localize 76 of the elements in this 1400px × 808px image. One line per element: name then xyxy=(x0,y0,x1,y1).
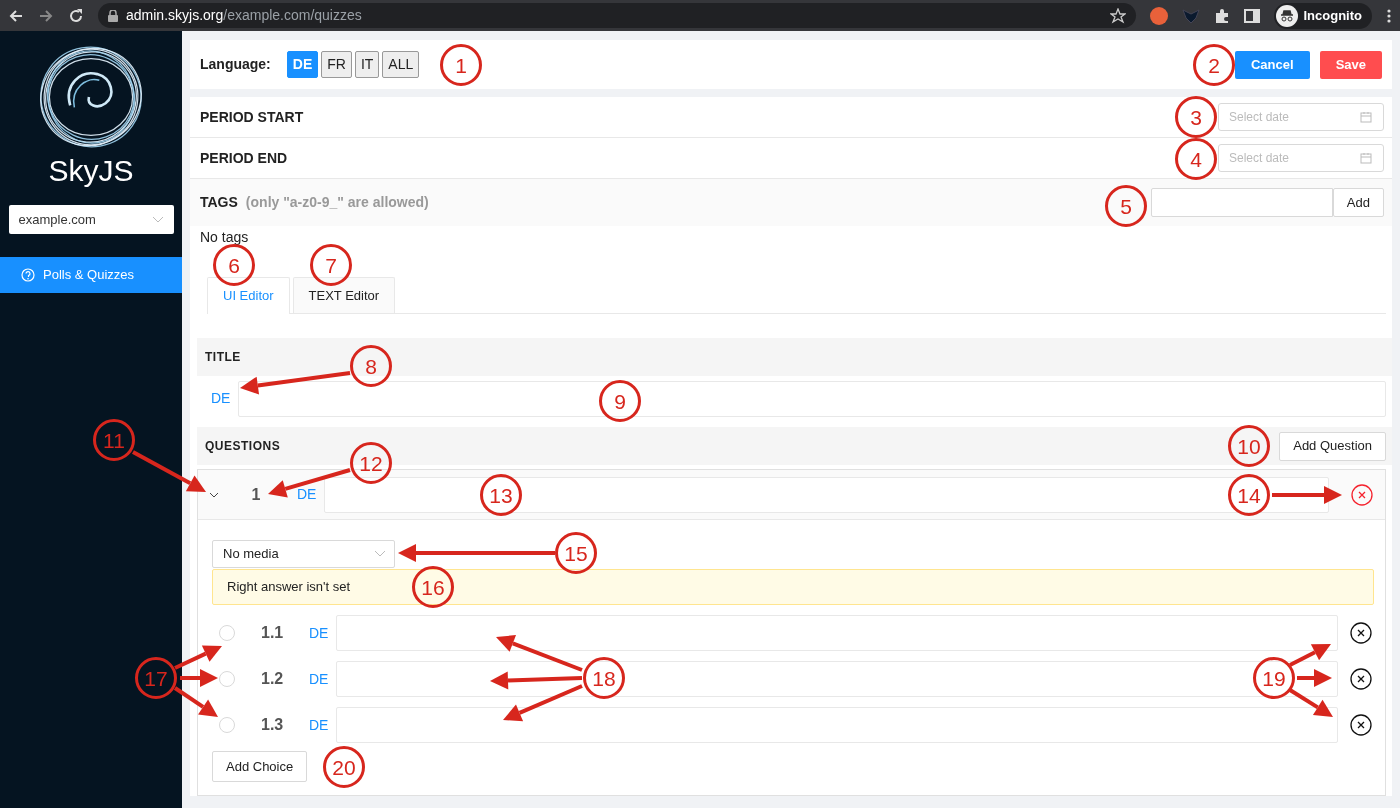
choice-input[interactable] xyxy=(336,707,1338,743)
tags-hint: (only "a-z0-9_" are allowed) xyxy=(245,193,429,212)
section-heading: TITLE xyxy=(205,349,241,366)
annotation-marker: 16 xyxy=(412,566,454,608)
annotation-marker: 6 xyxy=(213,244,255,286)
choice-input[interactable] xyxy=(336,615,1338,651)
back-icon[interactable] xyxy=(8,7,24,24)
section-heading: QUESTIONS xyxy=(205,438,281,455)
annotation-marker: 20 xyxy=(323,746,365,788)
menu-icon[interactable] xyxy=(1386,7,1392,24)
choice-number: 1.2 xyxy=(261,669,285,689)
annotation-marker: 13 xyxy=(480,474,522,516)
add-question-button[interactable]: Add Question xyxy=(1279,431,1386,461)
annotation-arrow xyxy=(1272,486,1342,504)
title-input[interactable] xyxy=(238,380,1386,417)
extension-icon[interactable] xyxy=(1149,6,1168,25)
delete-icon[interactable] xyxy=(1350,622,1372,644)
annotation-arrow xyxy=(1289,644,1331,667)
annotation-marker: 7 xyxy=(310,244,352,286)
period-label: PERIOD END xyxy=(200,148,288,168)
chevron-down-icon xyxy=(374,550,386,558)
annotation-marker: 17 xyxy=(135,657,177,699)
calendar-icon xyxy=(1360,152,1372,164)
annotation-marker: 19 xyxy=(1253,657,1295,699)
annotation-marker: 5 xyxy=(1105,185,1147,227)
language-button[interactable]: IT xyxy=(354,51,380,78)
annotation-marker: 11 xyxy=(93,419,135,461)
annotation-marker: 12 xyxy=(350,442,392,484)
incognito-icon xyxy=(1275,4,1298,27)
logo-icon xyxy=(39,45,143,149)
tag-input[interactable] xyxy=(1150,188,1333,217)
help-icon xyxy=(21,268,35,282)
language-button[interactable]: FR xyxy=(321,51,352,78)
annotation-marker: 14 xyxy=(1228,474,1270,516)
annotation-marker: 1 xyxy=(440,44,482,86)
chevron-down-icon xyxy=(151,215,164,224)
annotation-marker: 3 xyxy=(1175,96,1217,138)
annotation-marker: 15 xyxy=(555,532,597,574)
calendar-icon xyxy=(1360,111,1372,123)
date-field[interactable]: Select date xyxy=(1218,103,1384,131)
site-select[interactable]: example.com xyxy=(8,205,174,234)
language-label: Language: xyxy=(200,55,271,74)
annotation-marker: 8 xyxy=(350,345,392,387)
annotation-marker: 2 xyxy=(1193,44,1235,86)
period-label: PERIOD START xyxy=(200,107,304,127)
question-number: 1 xyxy=(250,484,262,505)
media-select[interactable]: No media xyxy=(212,540,395,568)
forward-icon[interactable] xyxy=(38,7,54,24)
empty-tags-text: No tags xyxy=(199,228,250,247)
profile-name: Incognito xyxy=(1303,6,1362,25)
choice-number: 1.3 xyxy=(261,715,285,735)
tags-label: TAGS xyxy=(200,193,238,212)
lock-icon xyxy=(108,9,118,22)
add-tag-button[interactable]: Add xyxy=(1332,188,1384,217)
address-bar[interactable]: admin.skyjs.org/example.com/quizzes xyxy=(98,3,1136,28)
annotation-marker: 4 xyxy=(1175,138,1217,180)
star-icon[interactable] xyxy=(1109,7,1126,24)
profile-button[interactable]: Incognito xyxy=(1273,2,1372,29)
delete-icon[interactable] xyxy=(1350,714,1372,736)
annotation-marker: 9 xyxy=(599,380,641,422)
delete-icon[interactable] xyxy=(1350,668,1372,690)
annotation-arrow xyxy=(174,645,222,670)
date-field[interactable]: Select date xyxy=(1218,144,1384,172)
brand-name: SkyJS xyxy=(48,153,134,189)
annotation-marker: 18 xyxy=(583,657,625,699)
choice-number: 1.1 xyxy=(261,623,285,643)
reload-icon[interactable] xyxy=(68,7,84,24)
editor-tab[interactable]: TEXT Editor xyxy=(292,277,396,313)
choice-input[interactable] xyxy=(336,661,1338,697)
annotation-marker: 10 xyxy=(1228,425,1270,467)
language-button[interactable]: ALL xyxy=(382,51,420,78)
sidebar-icon[interactable] xyxy=(1243,7,1260,24)
add-choice-button[interactable]: Add Choice xyxy=(212,751,308,782)
question-input[interactable] xyxy=(324,476,1329,513)
puzzle-icon[interactable] xyxy=(1213,7,1230,24)
url-text: admin.skyjs.org/example.com/quizzes xyxy=(126,6,362,25)
